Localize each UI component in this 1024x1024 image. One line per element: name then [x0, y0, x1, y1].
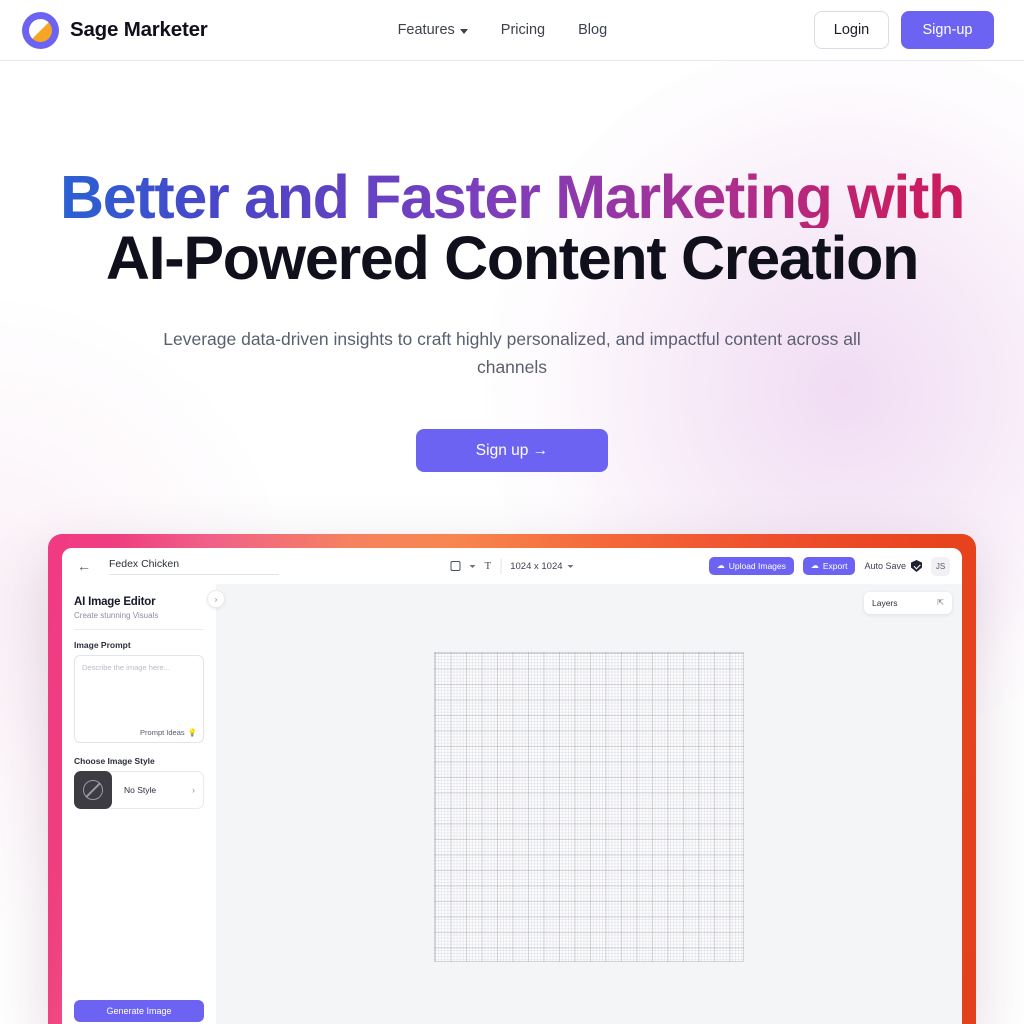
lightbulb-icon: 💡	[187, 728, 197, 737]
nav-link-features-label: Features	[397, 22, 455, 38]
logo-inner-shape	[29, 18, 52, 42]
panel-collapse-toggle[interactable]: ›	[207, 590, 225, 608]
signup-button[interactable]: Sign-up	[901, 11, 994, 49]
export-button[interactable]: ☁ Export	[802, 557, 856, 575]
choose-image-style-label: Choose Image Style	[74, 756, 155, 766]
no-style-prohibition-icon	[83, 780, 103, 800]
prompt-ideas-button[interactable]: Prompt Ideas 💡	[140, 728, 197, 737]
page-title: Better and Faster Marketing with AI-Powe…	[0, 167, 1024, 289]
prompt-ideas-label: Prompt Ideas	[140, 728, 185, 737]
app-body: AI Image Editor Create stunning Visuals …	[62, 584, 962, 1024]
app-mockup-frame: ← Fedex Chicken T 1024 x 1024 ☁ Upload I…	[48, 534, 976, 1024]
chevron-right-icon: ›	[192, 785, 195, 795]
project-title-input[interactable]: Fedex Chicken	[109, 558, 279, 575]
editor-canvas[interactable]	[434, 652, 744, 962]
square-icon[interactable]	[450, 561, 461, 571]
brand-logo[interactable]: Sage Marketer	[22, 11, 208, 49]
upload-images-label: Upload Images	[728, 561, 786, 571]
page-root: Sage Marketer Features Pricing Blog Logi…	[0, 0, 1024, 1024]
canvas-size-label: 1024 x 1024	[510, 560, 563, 572]
nav-link-blog[interactable]: Blog	[578, 22, 607, 38]
app-window: ← Fedex Chicken T 1024 x 1024 ☁ Upload I…	[62, 548, 962, 1024]
autosave-status: Auto Save	[864, 560, 922, 572]
canvas-size-selector[interactable]: 1024 x 1024	[510, 560, 574, 572]
upload-images-button[interactable]: ☁ Upload Images	[708, 557, 794, 575]
generate-image-button[interactable]: Generate Image	[74, 1000, 204, 1022]
generate-button-wrapper: Generate Image	[74, 1000, 204, 1024]
panel-subtitle: Create stunning Visuals	[74, 611, 159, 620]
canvas-area: Layers ⇱	[216, 584, 962, 1024]
chevron-right-icon: ›	[214, 594, 218, 604]
chevron-down-icon	[459, 29, 468, 34]
image-prompt-label: Image Prompt	[74, 640, 131, 650]
hero-section: Better and Faster Marketing with AI-Powe…	[0, 61, 1024, 472]
top-navbar: Sage Marketer Features Pricing Blog Logi…	[0, 0, 1024, 61]
app-topbar: ← Fedex Chicken T 1024 x 1024 ☁ Upload I…	[62, 548, 962, 584]
app-toolbar-right: ☁ Upload Images ☁ Export Auto Save JS	[708, 556, 950, 576]
upload-cloud-icon: ☁	[716, 561, 725, 570]
ai-image-editor-panel: AI Image Editor Create stunning Visuals …	[62, 584, 225, 1024]
image-prompt-input[interactable]: Describe the image here... Prompt Ideas …	[74, 655, 204, 743]
shield-check-icon	[911, 560, 922, 572]
panel-divider	[74, 629, 204, 630]
chevron-down-icon	[567, 564, 574, 568]
nav-links: Features Pricing Blog	[398, 22, 608, 38]
nav-link-features[interactable]: Features	[398, 22, 468, 38]
arrow-left-icon[interactable]: ←	[74, 559, 94, 573]
expand-arrows-icon[interactable]: ⇱	[937, 599, 944, 607]
nav-link-pricing[interactable]: Pricing	[501, 22, 545, 38]
image-prompt-placeholder: Describe the image here...	[82, 663, 170, 672]
layers-panel[interactable]: Layers ⇱	[864, 592, 952, 614]
nav-actions: Login Sign-up	[814, 11, 994, 49]
hero-signup-button[interactable]: Sign up →	[416, 429, 608, 472]
app-toolbar-center: T 1024 x 1024	[450, 558, 574, 574]
text-tool-icon[interactable]: T	[484, 560, 491, 572]
hero-cta-wrapper: Sign up →	[0, 429, 1024, 472]
autosave-label: Auto Save	[864, 561, 906, 571]
hero-subheadline: Leverage data-driven insights to craft h…	[163, 329, 861, 377]
brand-name: Sage Marketer	[70, 18, 208, 41]
style-thumbnail	[74, 771, 112, 809]
sage-circle-logo-icon	[22, 11, 59, 49]
style-selected-label: No Style	[124, 785, 157, 795]
headline-line-2: AI-Powered Content Creation	[105, 224, 919, 292]
toolbar-divider	[500, 558, 502, 574]
headline-line-1: Better and Faster Marketing with	[0, 167, 1024, 228]
download-cloud-icon: ☁	[810, 561, 819, 570]
chevron-down-icon[interactable]	[469, 564, 476, 568]
image-style-selector[interactable]: No Style ›	[74, 771, 204, 809]
panel-title: AI Image Editor	[74, 596, 156, 608]
login-button[interactable]: Login	[814, 11, 889, 49]
export-label: Export	[822, 561, 848, 571]
avatar[interactable]: JS	[931, 556, 950, 576]
layers-panel-title: Layers	[872, 598, 898, 608]
